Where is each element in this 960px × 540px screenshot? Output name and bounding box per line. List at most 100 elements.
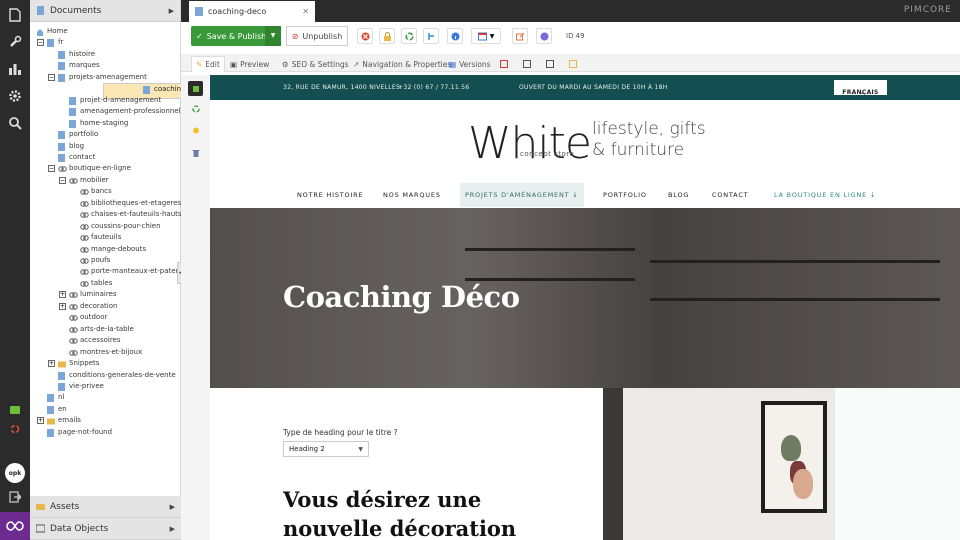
- tree-node[interactable]: tables: [30, 278, 181, 289]
- collapse-toggle-icon[interactable]: −: [48, 165, 55, 173]
- tree-node[interactable]: accessoires: [30, 335, 181, 346]
- tree-node[interactable]: en: [30, 404, 181, 415]
- tree-node[interactable]: conditions-generales-de-vente: [30, 370, 181, 381]
- tree-node[interactable]: poufs: [30, 255, 181, 266]
- branch-icon[interactable]: [423, 28, 439, 44]
- delete-icon[interactable]: [357, 28, 373, 44]
- tree-node[interactable]: contact: [30, 152, 181, 163]
- close-icon[interactable]: ✕: [302, 7, 309, 16]
- tree-node[interactable]: home-staging: [30, 118, 181, 129]
- search-icon[interactable]: [7, 115, 23, 131]
- data-objects-panel-header[interactable]: Data Objects ▶: [30, 518, 181, 540]
- site-nav-item[interactable]: NOTRE HISTOIRE: [292, 183, 368, 207]
- open-external-icon[interactable]: [512, 28, 528, 44]
- tree-node[interactable]: montres-et-bijoux: [30, 347, 181, 358]
- schedule-dropdown[interactable]: ▼: [471, 28, 501, 44]
- refresh-icon[interactable]: [188, 101, 203, 116]
- tree-node[interactable]: nl: [30, 392, 181, 403]
- tree-node[interactable]: page-not-found: [30, 427, 181, 438]
- tab-versions[interactable]: ▦ Versions: [445, 56, 495, 72]
- info-icon[interactable]: [447, 28, 463, 44]
- tree-node[interactable]: coussins-pour-chien: [30, 221, 181, 232]
- tab-preview[interactable]: ▣ Preview: [226, 56, 273, 72]
- chevron-down-icon[interactable]: ▼: [265, 26, 281, 46]
- expand-toggle-icon[interactable]: +: [59, 291, 66, 299]
- mobile-icon[interactable]: [542, 56, 558, 72]
- site-nav-item[interactable]: LA BOUTIQUE EN LIGNE ↓: [769, 183, 881, 207]
- site-nav-item[interactable]: CONTACT: [707, 183, 753, 207]
- lightbulb-icon[interactable]: [188, 123, 203, 138]
- tree-node[interactable]: marques: [30, 60, 181, 71]
- section-heading[interactable]: Vous désirez une nouvelle décoration: [283, 485, 583, 540]
- tree-node[interactable]: outdoor: [30, 312, 181, 323]
- documents-panel-header[interactable]: Documents ▶: [30, 0, 180, 22]
- tab-edit[interactable]: ✎ Edit: [191, 56, 225, 72]
- tree-node[interactable]: − boutique-en-ligne: [30, 163, 181, 174]
- translate-icon[interactable]: [536, 28, 552, 44]
- page-icon: [195, 7, 203, 16]
- assets-panel-header[interactable]: Assets ▶: [30, 496, 181, 518]
- collapse-toggle-icon[interactable]: −: [37, 39, 44, 47]
- tab-navigation-properties[interactable]: ↗ Navigation & Properties: [349, 56, 455, 72]
- site-nav-item[interactable]: PORTFOLIO: [598, 183, 652, 207]
- expand-arrow-icon[interactable]: ▶: [169, 7, 174, 15]
- tree-node[interactable]: − projets-amenagement: [30, 72, 181, 83]
- add-brick-icon[interactable]: [188, 81, 203, 96]
- bar-chart-icon[interactable]: [7, 61, 23, 77]
- tree-node[interactable]: fauteuils: [30, 232, 181, 243]
- expand-arrow-icon[interactable]: ▶: [170, 503, 175, 511]
- expand-toggle-icon[interactable]: +: [48, 360, 55, 368]
- unpublish-button[interactable]: ⊘ Unpublish: [286, 26, 348, 46]
- pimcore-logo-icon[interactable]: [0, 512, 30, 540]
- tree-node[interactable]: − mobilier: [30, 175, 181, 186]
- language-select[interactable]: FRANÇAIS ⌄: [834, 80, 887, 96]
- tree-node[interactable]: chaises-et-fauteuils-hauts: [30, 209, 181, 220]
- expand-toggle-icon[interactable]: +: [59, 302, 66, 310]
- site-nav-item[interactable]: NOS MARQUES: [378, 183, 446, 207]
- brand-logo[interactable]: White: [468, 118, 592, 169]
- link-icon: [69, 291, 78, 299]
- collapse-toggle-icon[interactable]: −: [48, 73, 55, 81]
- expand-toggle-icon[interactable]: +: [37, 417, 44, 425]
- tree-node[interactable]: blog: [30, 141, 181, 152]
- tree-node[interactable]: bibliotheques-et-etageres: [30, 198, 181, 209]
- user-avatar[interactable]: opk: [5, 463, 25, 483]
- tree-node[interactable]: + Snippets: [30, 358, 181, 369]
- file-icon[interactable]: [7, 7, 23, 23]
- gear-icon[interactable]: [7, 88, 23, 104]
- grid-icon[interactable]: [519, 56, 535, 72]
- tag-icon[interactable]: [565, 56, 581, 72]
- tree-node-label: coussins-pour-chien: [91, 221, 161, 230]
- expand-arrow-icon[interactable]: ▶: [170, 525, 175, 533]
- tree-node[interactable]: + decoration: [30, 301, 181, 312]
- tree-node[interactable]: mange-debouts: [30, 244, 181, 255]
- chat-icon[interactable]: [7, 403, 23, 419]
- tree-node[interactable]: histoire: [30, 49, 181, 60]
- tree-node[interactable]: bancs: [30, 186, 181, 197]
- tree-node[interactable]: arts-de-la-table: [30, 324, 181, 335]
- site-nav-item[interactable]: BLOG: [663, 183, 694, 207]
- lock-icon[interactable]: [379, 28, 395, 44]
- tree-node[interactable]: portfolio: [30, 129, 181, 140]
- tree-node[interactable]: Home: [30, 26, 181, 37]
- sync-icon[interactable]: [7, 421, 23, 437]
- tree-node[interactable]: + luminaires: [30, 289, 181, 300]
- tree-node[interactable]: porte-manteaux-et-pateres: [30, 266, 181, 277]
- document-tab[interactable]: coaching-deco ✕: [189, 1, 315, 22]
- collapse-toggle-icon[interactable]: −: [59, 176, 66, 184]
- logout-icon[interactable]: [7, 489, 23, 505]
- tree-node[interactable]: projet-d-amenagement: [30, 95, 181, 106]
- calendar-icon[interactable]: [496, 56, 512, 72]
- reload-icon[interactable]: [401, 28, 417, 44]
- trash-icon[interactable]: [188, 145, 203, 160]
- tree-node[interactable]: + emails: [30, 415, 181, 426]
- wrench-icon[interactable]: [7, 34, 23, 50]
- page-icon: [69, 96, 76, 105]
- tree-node[interactable]: − fr: [30, 37, 181, 48]
- save-publish-button[interactable]: ✓ Save & Publish ▼: [191, 26, 281, 46]
- tree-node[interactable]: amenagement-professionnel: [30, 106, 181, 117]
- tree-node[interactable]: vie-privee: [30, 381, 181, 392]
- tab-seo-settings[interactable]: ⚙ SEO & Settings: [278, 56, 353, 72]
- heading-type-select[interactable]: Heading 2 ▼: [283, 441, 369, 457]
- site-nav-item[interactable]: PROJETS D'AMÉNAGEMENT ↓: [460, 183, 584, 207]
